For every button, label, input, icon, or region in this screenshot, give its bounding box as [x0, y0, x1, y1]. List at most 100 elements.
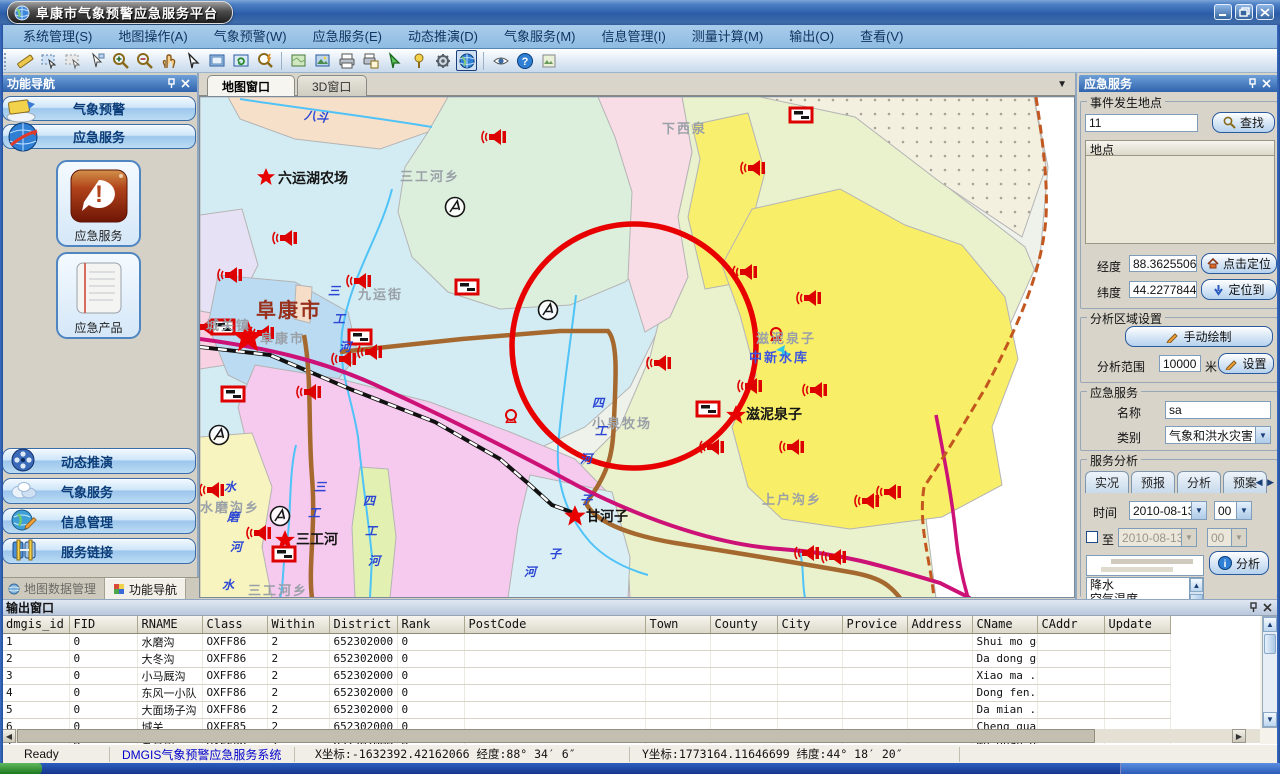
station-flag-marker[interactable]: [790, 108, 812, 122]
column-header[interactable]: dmgis_id: [2, 616, 69, 633]
column-header[interactable]: District: [329, 616, 397, 633]
scroll-right-icon[interactable]: ▶: [1232, 729, 1246, 743]
select-rectangle-icon[interactable]: [38, 50, 59, 71]
menu-item[interactable]: 输出(O): [776, 25, 847, 48]
print-icon[interactable]: [336, 50, 357, 71]
overview-map-icon[interactable]: [538, 50, 559, 71]
settings-gear-icon[interactable]: [432, 50, 453, 71]
output-horizontal-scrollbar[interactable]: ◀ ▶: [2, 729, 1260, 743]
column-header[interactable]: CAddr: [1037, 616, 1104, 633]
column-header[interactable]: PostCode: [464, 616, 645, 633]
menu-item[interactable]: 气象预警(W): [201, 25, 300, 48]
service-name-input[interactable]: sa: [1165, 401, 1271, 419]
station-flag-marker[interactable]: [349, 330, 371, 344]
map-canvas[interactable]: 八斗六运湖农场三工河乡下西泉九运街阜康市城关镇阜康市滋泥泉子中新水库滋泥泉子小泉…: [199, 96, 1075, 598]
element-preview-box[interactable]: [1086, 555, 1204, 576]
zoom-out-icon[interactable]: [134, 50, 155, 71]
menu-item[interactable]: 气象服务(M): [491, 25, 589, 48]
menu-item[interactable]: 信息管理(I): [589, 25, 679, 48]
start-hour-select[interactable]: 00 ▼: [1214, 501, 1252, 520]
column-header[interactable]: City: [777, 616, 842, 633]
menu-item[interactable]: 系统管理(S): [10, 25, 105, 48]
station-flag-marker[interactable]: [697, 402, 719, 416]
column-header[interactable]: Provice: [842, 616, 907, 633]
menu-item[interactable]: 地图操作(A): [105, 25, 200, 48]
select-pointer-icon[interactable]: [86, 50, 107, 71]
close-icon[interactable]: [1259, 77, 1273, 90]
table-row[interactable]: 40东风一小队OXFF8626523020000Dong fen...: [2, 684, 1260, 701]
tab-overflow-dropdown-icon[interactable]: ▼: [1057, 79, 1067, 90]
facility-circle-marker[interactable]: [446, 198, 465, 217]
tab-scroll-arrows[interactable]: ◀ ▶: [1256, 477, 1275, 488]
image-view-icon[interactable]: [312, 50, 333, 71]
end-hour-select[interactable]: 00 ▼: [1207, 528, 1247, 547]
analyze-button[interactable]: i 分析: [1209, 551, 1269, 575]
station-flag-marker[interactable]: [222, 387, 244, 401]
print-setup-icon[interactable]: [360, 50, 381, 71]
element-list-item[interactable]: 降水: [1087, 578, 1203, 592]
close-button[interactable]: [1256, 4, 1274, 20]
service-type-select[interactable]: 气象和洪水灾害 ▼: [1165, 426, 1271, 444]
to-checkbox[interactable]: [1086, 531, 1098, 543]
goto-location-button[interactable]: 定位到: [1201, 279, 1277, 300]
refresh-view-icon[interactable]: [230, 50, 251, 71]
table-row[interactable]: 30小马厩沟OXFF8626523020000Xiao ma ...: [2, 667, 1260, 684]
analysis-tab[interactable]: 分析: [1177, 471, 1221, 493]
nav-weather-service[interactable]: 气象服务: [2, 478, 196, 504]
facility-circle-marker[interactable]: [210, 426, 229, 445]
emergency-service-button[interactable]: ! 应急服务: [56, 160, 141, 247]
column-header[interactable]: Rank: [397, 616, 464, 633]
tab-3d-window[interactable]: 3D窗口: [297, 75, 367, 96]
zoom-in-icon[interactable]: [110, 50, 131, 71]
measure-ruler-icon[interactable]: [14, 50, 35, 71]
tab-function-navigation[interactable]: 功能导航: [105, 578, 186, 599]
scroll-thumb[interactable]: [1264, 634, 1276, 654]
pin-icon[interactable]: [1245, 77, 1259, 90]
eye-view-icon[interactable]: [490, 50, 511, 71]
tab-map-data-management[interactable]: 地图数据管理: [0, 578, 105, 599]
tab-map-window[interactable]: 地图窗口: [207, 75, 295, 96]
table-row[interactable]: 20大冬沟OXFF8626523020000Da dong gou: [2, 650, 1260, 667]
pointer-arrow-icon[interactable]: [182, 50, 203, 71]
place-marker-icon[interactable]: [408, 50, 429, 71]
column-header[interactable]: CName: [972, 616, 1037, 633]
pan-hand-icon[interactable]: [158, 50, 179, 71]
nav-service-links[interactable]: 服务链接: [2, 538, 196, 564]
nav-dynamic-deduction[interactable]: 动态推演: [2, 448, 196, 474]
globe-3d-icon[interactable]: [456, 50, 477, 71]
facility-circle-marker[interactable]: [271, 507, 290, 526]
station-flag-marker[interactable]: [456, 280, 478, 294]
map-export-icon[interactable]: [288, 50, 309, 71]
start-button[interactable]: [0, 763, 42, 774]
column-header[interactable]: FID: [69, 616, 137, 633]
close-icon[interactable]: [1260, 601, 1274, 614]
nav-information-management[interactable]: 信息管理: [2, 508, 196, 534]
manual-draw-button[interactable]: 手动绘制: [1125, 326, 1273, 347]
location-list-header[interactable]: 地点: [1085, 140, 1275, 156]
toolbar-grip[interactable]: [3, 52, 8, 70]
analysis-tab[interactable]: 实况: [1085, 471, 1129, 493]
output-vertical-scrollbar[interactable]: ▲ ▼: [1262, 616, 1278, 728]
latitude-input[interactable]: 44.22778446: [1129, 281, 1197, 298]
find-button[interactable]: 查找: [1212, 112, 1275, 133]
deselect-rectangle-icon[interactable]: [62, 50, 83, 71]
full-extent-icon[interactable]: [206, 50, 227, 71]
set-range-button[interactable]: 设置: [1218, 353, 1274, 374]
close-icon[interactable]: [178, 77, 192, 90]
scroll-left-icon[interactable]: ◀: [2, 729, 16, 743]
location-search-input[interactable]: 11: [1085, 114, 1198, 132]
menu-item[interactable]: 动态推演(D): [395, 25, 491, 48]
longitude-input[interactable]: 88.36255061: [1129, 255, 1197, 272]
title-bar[interactable]: 阜康市气象预警应急服务平台: [0, 0, 1280, 25]
start-date-select[interactable]: 2010-08-13 ▼: [1129, 501, 1207, 520]
column-header[interactable]: RNAME: [137, 616, 202, 633]
analysis-tab[interactable]: 预报: [1131, 471, 1175, 493]
help-icon[interactable]: ?: [514, 50, 535, 71]
click-locate-button[interactable]: 点击定位: [1201, 253, 1277, 274]
range-input[interactable]: 10000: [1159, 355, 1201, 372]
pin-icon[interactable]: [1246, 601, 1260, 614]
facility-circle-marker[interactable]: [539, 301, 558, 320]
menu-item[interactable]: 查看(V): [847, 25, 916, 48]
minimize-button[interactable]: [1214, 4, 1232, 20]
scroll-down-icon[interactable]: ▼: [1263, 712, 1277, 727]
